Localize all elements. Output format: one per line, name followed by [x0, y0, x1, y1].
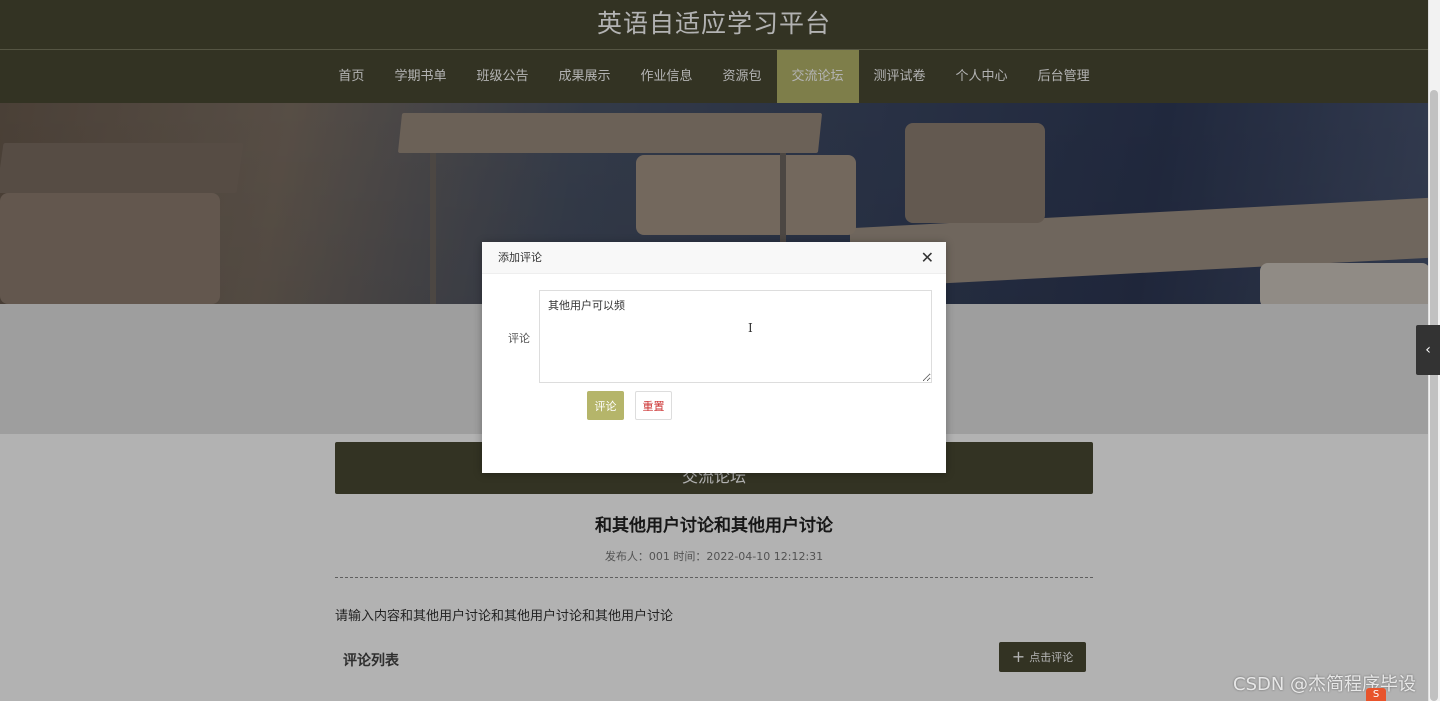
comment-textarea[interactable]: 其他用户可以频 — [539, 290, 932, 383]
text-cursor-icon: I — [748, 321, 753, 335]
csdn-watermark: CSDN @杰简程序毕设 — [1233, 674, 1417, 695]
comment-field-label: 评论 — [508, 332, 530, 345]
dialog-header: 添加评论 ✕ — [482, 242, 946, 274]
reset-button[interactable]: 重置 — [635, 391, 672, 420]
add-comment-dialog: 添加评论 ✕ 评论 其他用户可以频 I 评论 重置 — [482, 242, 946, 473]
ime-indicator-icon[interactable]: S — [1366, 688, 1386, 701]
side-panel-toggle[interactable]: ‹ — [1416, 325, 1440, 375]
close-icon[interactable]: ✕ — [921, 242, 934, 274]
scrollbar-thumb[interactable] — [1430, 90, 1438, 701]
chevron-left-icon: ‹ — [1425, 342, 1431, 358]
dialog-title: 添加评论 — [498, 251, 542, 264]
submit-comment-button[interactable]: 评论 — [587, 391, 624, 420]
